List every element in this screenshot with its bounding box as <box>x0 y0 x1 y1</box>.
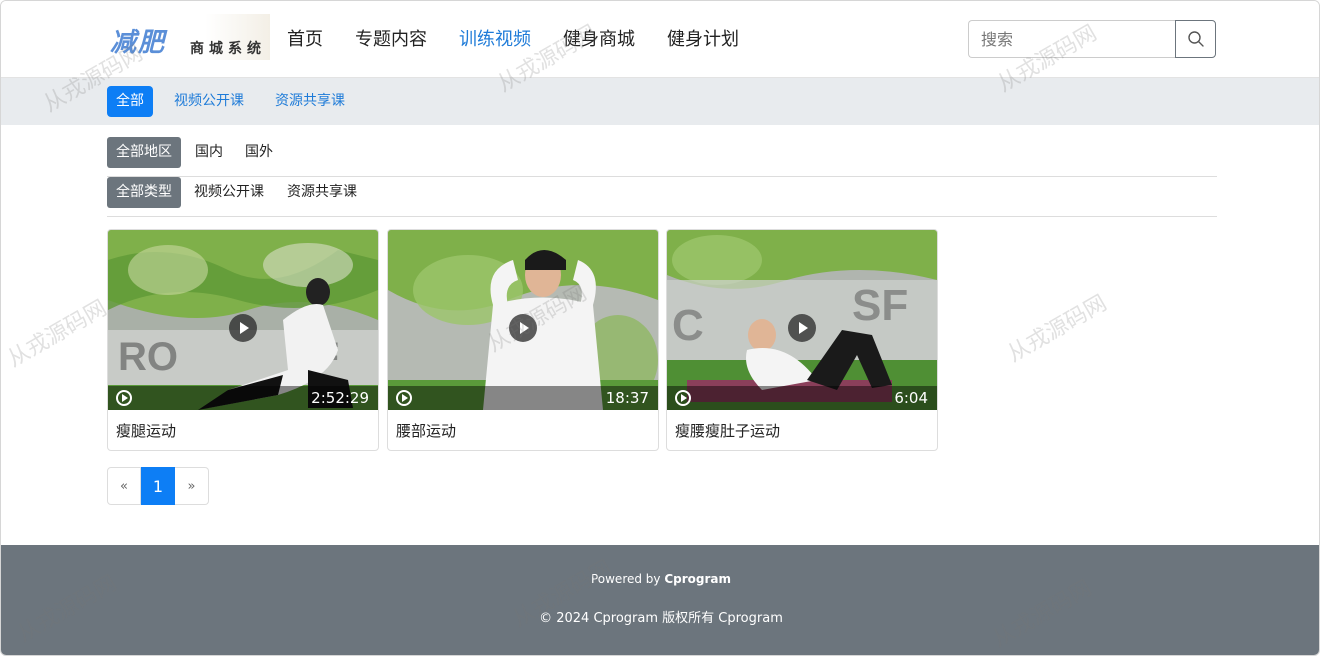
watermark-text: 从戎源码网 <box>1003 290 1112 368</box>
powered-by-brand[interactable]: Cprogram <box>664 572 731 586</box>
video-title[interactable]: 瘦腿运动 <box>116 420 176 441</box>
video-thumbnail[interactable]: RO SF 2:52:29 <box>108 230 378 410</box>
video-card[interactable]: 18:37 腰部运动 <box>387 229 659 451</box>
search-form <box>968 20 1216 58</box>
filter-type-all[interactable]: 全部类型 <box>107 177 181 208</box>
video-card[interactable]: C SF 6:04 瘦腰瘦肚子运动 <box>666 229 938 451</box>
site-footer: Powered by Cprogram © 2024 Cprogram 版权所有… <box>1 545 1319 655</box>
search-input[interactable] <box>968 20 1175 58</box>
filter-region-domestic[interactable]: 国内 <box>195 137 223 168</box>
main-nav: 首页 专题内容 训练视频 健身商城 健身计划 <box>287 25 771 55</box>
pagination-page-current[interactable]: 1 <box>141 467 175 505</box>
search-button[interactable] <box>1175 20 1216 58</box>
site-logo[interactable]: 减肥 商城系统 <box>108 14 270 60</box>
video-info-bar: 18:37 <box>388 386 658 410</box>
pagination: « 1 » <box>107 467 209 505</box>
play-icon[interactable] <box>788 314 816 342</box>
svg-text:SF: SF <box>852 281 908 330</box>
nav-item-fitness-shop[interactable]: 健身商城 <box>563 25 635 55</box>
video-card[interactable]: RO SF 2:52:29 瘦腿运动 <box>107 229 379 451</box>
video-duration: 2:52:29 <box>311 389 369 407</box>
nav-item-fitness-plan[interactable]: 健身计划 <box>667 25 739 55</box>
category-bar: 全部 视频公开课 资源共享课 <box>1 78 1319 125</box>
play-circle-icon <box>675 390 691 406</box>
svg-text:C: C <box>672 301 704 350</box>
pagination-prev[interactable]: « <box>107 467 141 505</box>
video-duration: 18:37 <box>605 389 649 407</box>
video-thumbnail[interactable]: 18:37 <box>388 230 658 410</box>
logo-main-text: 减肥 <box>110 28 167 58</box>
video-title[interactable]: 腰部运动 <box>396 420 456 441</box>
region-filter-row: 全部地区 国内 国外 <box>107 137 1217 177</box>
copyright-text: © 2024 Cprogram 版权所有 Cprogram <box>539 611 783 626</box>
site-header: 减肥 商城系统 首页 专题内容 训练视频 健身商城 健身计划 <box>1 1 1319 78</box>
nav-item-home[interactable]: 首页 <box>287 25 323 55</box>
play-circle-icon <box>396 390 412 406</box>
filter-region-all[interactable]: 全部地区 <box>107 137 181 168</box>
powered-by-prefix: Powered by <box>590 572 665 586</box>
video-thumbnail[interactable]: C SF 6:04 <box>667 230 937 410</box>
watermark-text: 从戎源码网 <box>3 295 112 373</box>
svg-text:RO: RO <box>118 335 178 379</box>
filter-type-open-course[interactable]: 视频公开课 <box>194 177 264 208</box>
nav-item-training-videos[interactable]: 训练视频 <box>459 25 531 55</box>
page-frame: 减肥 商城系统 首页 专题内容 训练视频 健身商城 健身计划 全部 视频公开课 … <box>0 0 1320 656</box>
logo-sub-text: 商城系统 <box>190 41 266 57</box>
play-circle-icon <box>116 390 132 406</box>
powered-by-text: Powered by Cprogram <box>1 572 1319 586</box>
pagination-next[interactable]: » <box>175 467 209 505</box>
nav-item-topics[interactable]: 专题内容 <box>355 25 427 55</box>
category-tab-shared-course[interactable]: 资源共享课 <box>275 86 345 117</box>
video-info-bar: 6:04 <box>667 386 937 410</box>
play-icon[interactable] <box>229 314 257 342</box>
video-info-bar: 2:52:29 <box>108 386 378 410</box>
search-icon <box>1187 31 1204 47</box>
category-tab-open-course[interactable]: 视频公开课 <box>174 86 244 117</box>
type-filter-row: 全部类型 视频公开课 资源共享课 <box>107 177 1217 217</box>
filter-region-foreign[interactable]: 国外 <box>245 137 273 168</box>
category-tab-all[interactable]: 全部 <box>107 86 153 117</box>
video-title[interactable]: 瘦腰瘦肚子运动 <box>675 420 780 441</box>
play-icon[interactable] <box>509 314 537 342</box>
filter-type-shared-course[interactable]: 资源共享课 <box>287 177 357 208</box>
video-duration: 6:04 <box>894 389 928 407</box>
